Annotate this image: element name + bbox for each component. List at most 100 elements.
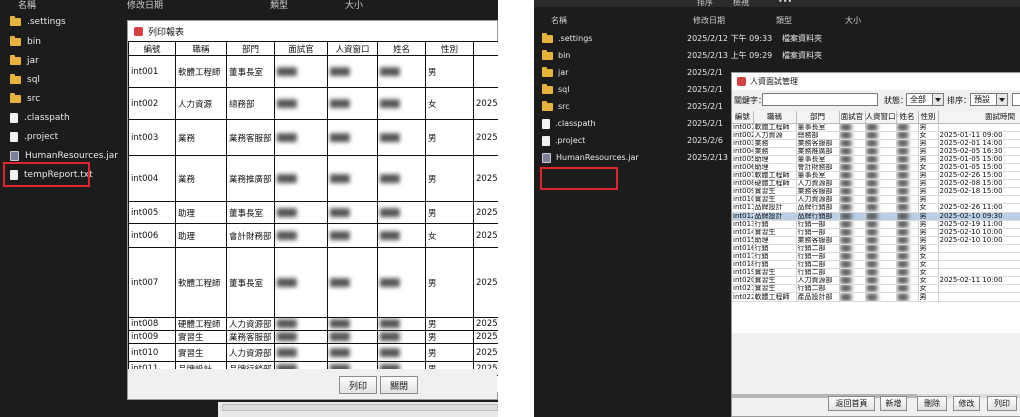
redacted-value: ▇▇ [866,236,878,244]
redacted-value: ▇▇ [840,276,852,285]
table-row[interactable]: int005助理董事長室▇▇▇▇▇▇男2025-01-05 15:00 [732,155,1020,164]
table-cell: 行銷 [753,220,797,229]
table-row[interactable]: int003業務業務客服部▇▇▇▇▇▇男2025-02-01 14:00 [732,139,1020,148]
item-label: HumanResources.jar [556,153,639,162]
print-button[interactable]: 列印 [987,396,1017,411]
table-cell: int013 [732,220,754,229]
home-button[interactable]: 返回首頁 [828,396,875,411]
table-row[interactable]: int008硬體工程師人力資源部▇▇▇▇▇▇男2025-02-08 15:00 [732,179,1020,189]
column-header[interactable]: 面試官 [839,111,866,124]
table-row[interactable]: int016行銷行銷二部▇▇▇▇▇▇男 [732,244,1020,254]
table-row[interactable]: int004業務業務推廣部▇▇▇▇▇▇男2025-02-05 16:30 [732,147,1020,156]
folder-icon [542,100,553,111]
redacted-value: ▇▇ [866,276,878,285]
table-row[interactable]: int019實習生行銷二部▇▇▇▇▇▇女 [732,268,1020,278]
table-row[interactable]: int020實習生人力資源部▇▇▇▇▇▇女2025-02-11 10:00 [732,276,1020,286]
table-cell: 硬體工程師 [753,179,797,189]
table-row[interactable]: int007軟體工程師董事長室▇▇▇▇▇▇男2025-02-26 15:00 [732,171,1020,181]
app-title: 人資面試管理 [750,77,798,86]
status-select[interactable]: 全部 [906,93,944,106]
col-date-header[interactable]: 修改日期 [693,15,725,26]
col-size-header[interactable]: 大小 [345,0,363,11]
table-row[interactable]: int017行銷行銷一部▇▇▇▇▇▇女 [732,252,1020,262]
table-row[interactable]: int011品牌設計品牌行銷部▇▇▇▇▇▇女2025-02-26 11:00 [732,203,1020,213]
table-row[interactable]: int012品牌設計品牌行銷部▇▇▇▇▇▇男2025-02-10 09:30 [732,212,1020,221]
table-row[interactable]: int021實習生行銷二部▇▇▇▇▇▇女 [732,284,1020,294]
col-name-header[interactable]: 名稱 [551,15,567,26]
toolbar-view-label[interactable]: 檢視 [733,0,749,8]
extra-select[interactable] [1012,93,1020,106]
table-cell: 實習生 [753,276,797,286]
table-row[interactable]: int010實習生人力資源部▇▇▇▇▇▇男 [732,195,1020,205]
table-cell: ▇▇▇ [274,343,328,362]
column-header[interactable]: 人資窗口 [865,111,897,124]
column-header[interactable]: 編號 [732,111,754,124]
table-row[interactable]: int001軟體工程師董事長室▇▇▇▇▇▇男 [732,123,1020,132]
print-button[interactable]: 列印 [339,376,377,394]
explorer-item-bin[interactable]: bin [10,33,41,51]
redacted-value: ▇▇▇ [277,66,297,77]
more-options-icon[interactable]: ••• [778,0,792,6]
table-row[interactable]: int015助理業務客服部▇▇▇▇▇▇男2025-02-10 10:00 [732,236,1020,245]
sort-select[interactable]: 預設 [970,93,1008,106]
add-button[interactable]: 新增 [880,396,907,411]
edit-button[interactable]: 修改 [953,396,980,411]
table-cell: 女 [918,268,939,278]
table-cell: 2025-0 [473,87,498,120]
explorer-item-project[interactable]: .project [10,128,58,146]
table-cell: 女 [918,276,939,286]
table-cell [938,195,1020,205]
explorer-item-settings[interactable]: .settings 2025/2/12 下午 09:33 檔案資料夾 [542,30,1020,47]
status-label: 狀態： [884,96,908,105]
column-header[interactable]: 部門 [796,111,840,124]
table-cell: int010 [732,195,754,205]
table-row[interactable]: int018行銷行銷二部▇▇▇▇▇▇女 [732,260,1020,270]
explorer-item-jar[interactable]: jar [10,52,39,70]
column-header[interactable]: 職稱 [753,111,797,124]
close-button[interactable]: 關閉 [380,376,418,394]
col-type-header[interactable]: 類型 [270,0,288,11]
table-row[interactable]: int014實習生行銷一部▇▇▇▇▇▇男2025-02-10 10:00 [732,228,1020,237]
table-cell: ▇▇ [865,163,897,173]
sort-value: 預設 [974,95,990,104]
column-header[interactable]: 面試時間 [938,111,1020,124]
table-row[interactable]: int009實習生業務客服部▇▇▇▇▇▇男2025-02-18 15:00 [732,187,1020,197]
table-row: int008硬體工程師人力資源部▇▇▇▇▇▇▇▇▇男2025-03 [128,317,498,331]
table-row[interactable]: int006助理會計財務部▇▇▇▇▇▇女2025-01-05 15:00 [732,163,1020,173]
table-cell: ▇▇ [839,236,866,245]
table-cell: 2025-01-05 15:00 [938,155,1020,164]
table-row[interactable]: int002人力資源總務部▇▇▇▇▇▇女2025-01-11 09:00 [732,131,1020,140]
keyword-input[interactable] [762,93,878,106]
redacted-value: ▇▇ [866,155,878,163]
explorer-item-bin[interactable]: bin 2025/2/13 上午 09:29 檔案資料夾 [542,47,1020,64]
background-scrollbar[interactable] [222,404,498,411]
col-date-header[interactable]: 修改日期 [127,0,163,11]
hr-interview-window: 人資面試管理 關鍵字： 狀態： 全部 排序： 預設 編號 職稱 部門 面試官 人資窗口姓… [731,72,1020,417]
table-cell: 助理 [753,155,797,164]
redacted-value: ▇▇▇ [380,319,400,329]
explorer-item-classpath[interactable]: .classpath [10,109,70,127]
explorer-item-sql[interactable]: sql [10,71,40,89]
redacted-value: ▇▇ [840,179,852,188]
col-type-header[interactable]: 類型 [776,15,792,26]
delete-button[interactable]: 刪除 [917,396,947,411]
table-row: int001 軟體工程師 董事長室 ▇▇▇ ▇▇▇ ▇▇▇ 男 [128,55,498,88]
column-header[interactable]: 性別 [918,111,939,124]
redacted-value: ▇▇▇ [330,230,350,241]
table-row[interactable]: int022軟體工程師產品設計部▇▇▇▇▇▇男 [732,292,1020,302]
java-app-icon [134,26,143,36]
redacted-value: ▇▇ [866,203,878,212]
col-size-header[interactable]: 大小 [845,15,861,26]
column-header[interactable]: 姓名 [896,111,919,124]
table-cell: ▇▇▇ [327,343,378,362]
explorer-item-src[interactable]: src [10,90,40,108]
item-label: bin [558,51,571,60]
table-cell: 軟體工程師 [753,171,797,181]
toolbar-sort-label[interactable]: 排序 [697,0,713,8]
table-cell: ▇▇ [896,252,919,262]
table-row[interactable]: int013行銷行銷一部▇▇▇▇▇▇男2025-02-19 11:00 [732,220,1020,229]
table-cell: 男 [425,330,474,344]
table-cell: ▇▇▇ [377,343,426,362]
explorer-item-settings[interactable]: .settings [10,13,66,31]
col-name-header[interactable]: 名稱 [18,0,36,11]
